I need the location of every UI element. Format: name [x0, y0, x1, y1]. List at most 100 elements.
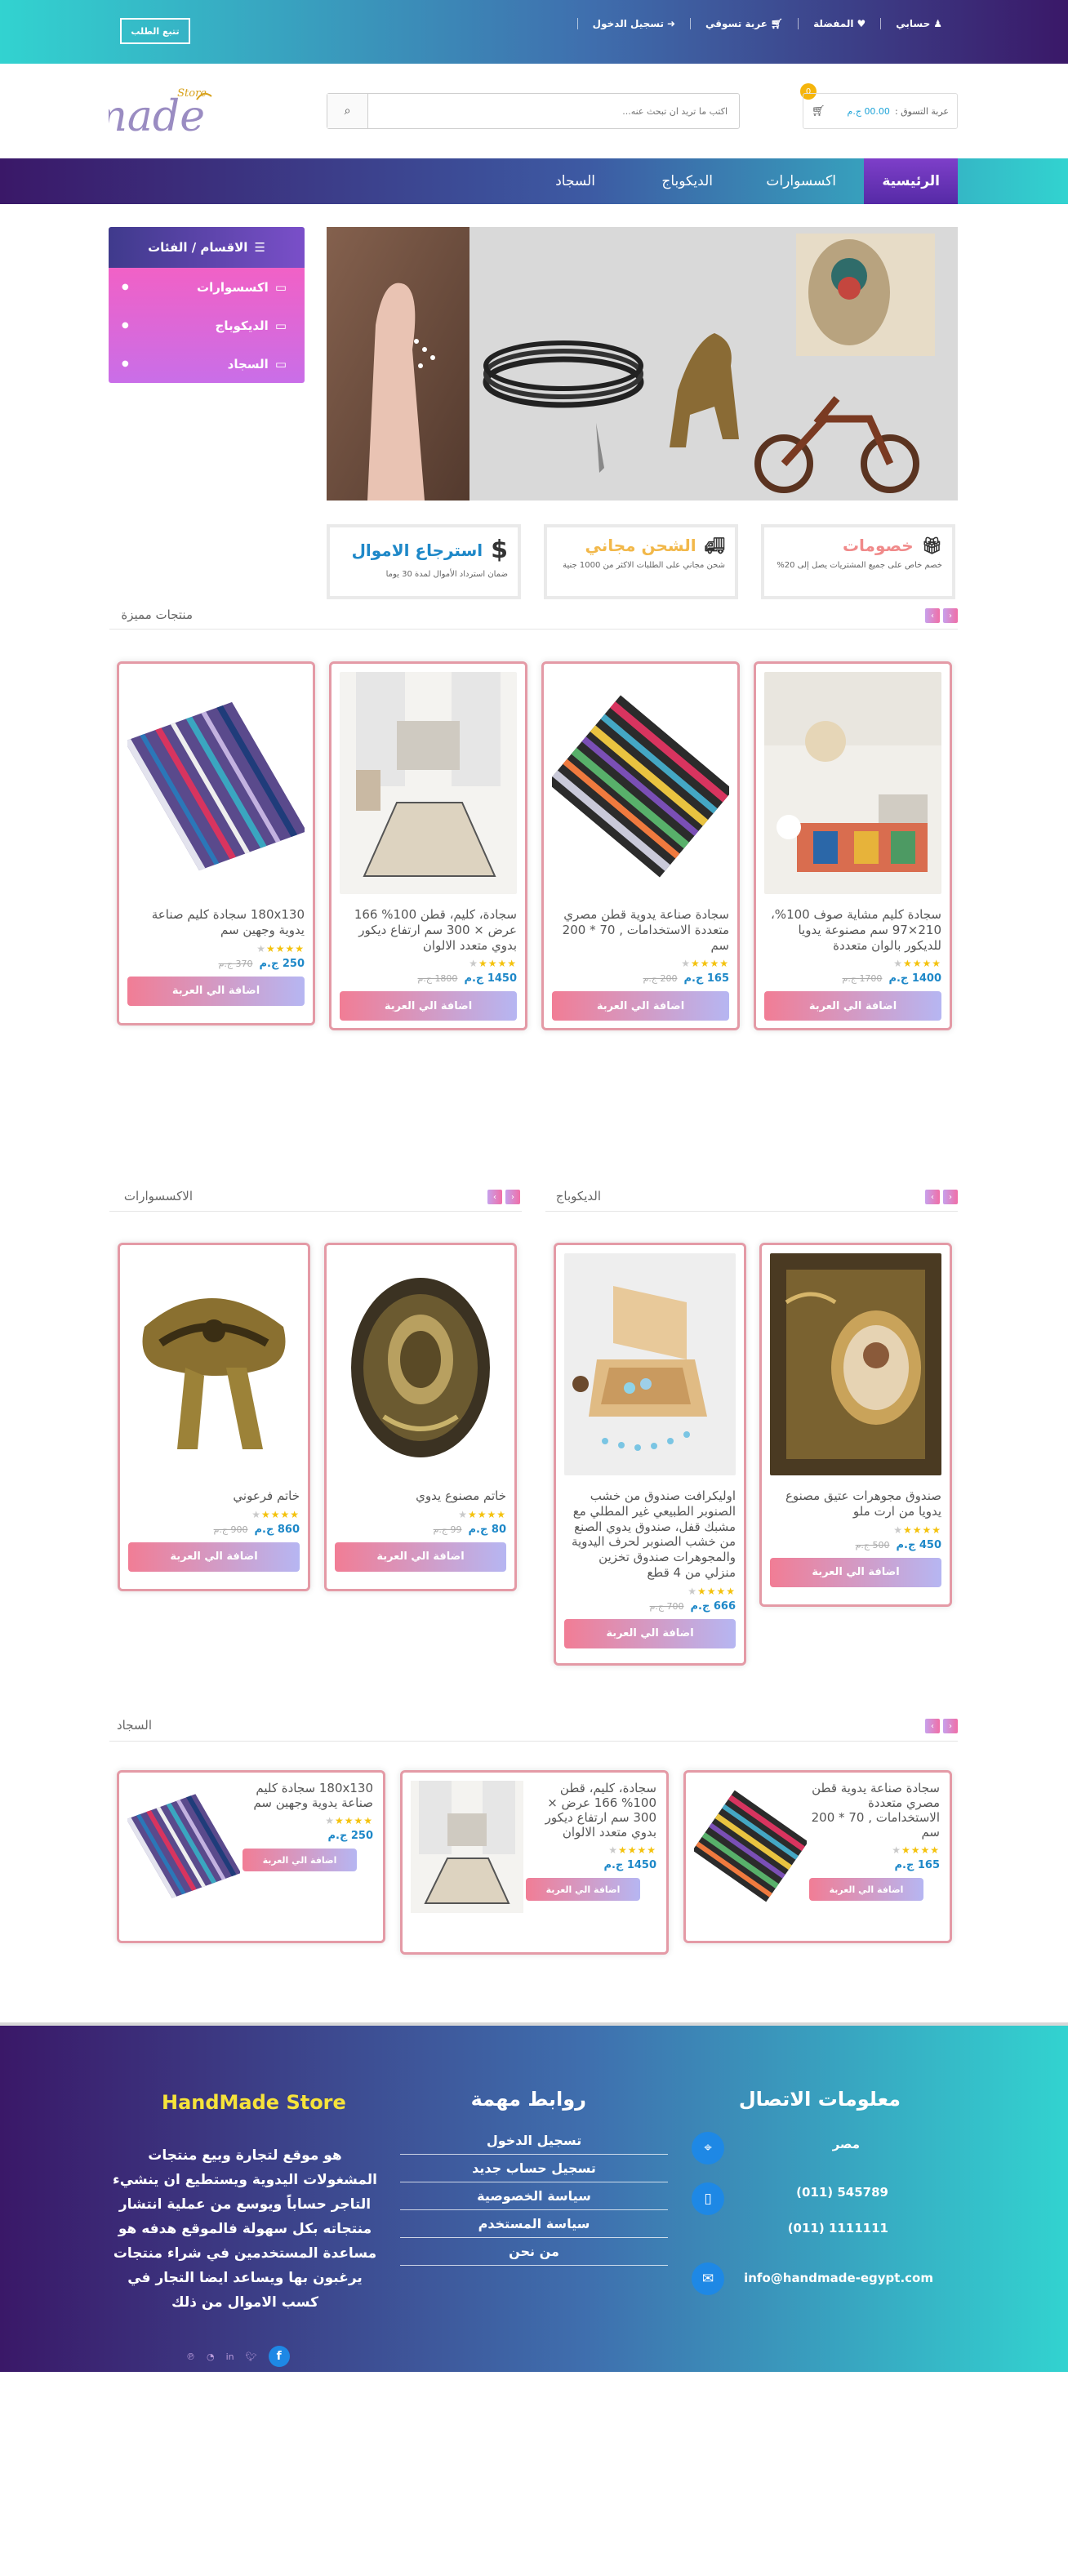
add-to-cart-button[interactable]: اضافة الي العربة [127, 976, 305, 1006]
price-row: 450 ج.م 500 ج.م [770, 1539, 941, 1551]
hero-banner[interactable] [327, 227, 958, 501]
footer-link-register[interactable]: تسجيل حساب جديد [400, 2155, 668, 2182]
search-input[interactable] [368, 94, 739, 128]
category-decoupage[interactable]: ▭ الديكوباج ● [109, 306, 305, 345]
product-card[interactable]: اوليكرافت صندوق من خشب الصنوبر الطبيعي غ… [554, 1243, 746, 1666]
product-card[interactable]: 180x130 سجادة كليم صناعة يدوية وجهين سم … [117, 1770, 385, 1943]
prev-arrow-icon[interactable]: ‹ [943, 1190, 958, 1204]
contact-phone-2[interactable]: 1111111 (011) [788, 2221, 888, 2236]
category-carpets[interactable]: ▭ السجاد ● [109, 345, 305, 383]
rss-icon[interactable]: ◔ [207, 2351, 215, 2362]
nav-decoupage[interactable]: الديكوباج [643, 158, 731, 204]
next-arrow-icon[interactable]: › [925, 608, 940, 623]
track-order-button[interactable]: تتبع الطلب [120, 18, 190, 44]
footer-link-user-policy[interactable]: سياسة المستخدم [400, 2210, 668, 2238]
add-to-cart-button[interactable]: اضافة الي العربة [764, 991, 941, 1021]
nav-carpets[interactable]: السجاد [537, 158, 613, 204]
footer-link-privacy[interactable]: سياسة الخصوصية [400, 2182, 668, 2210]
product-price: 1400 ج.م [888, 972, 941, 985]
footer-link-login[interactable]: تسجيل الدخول [400, 2127, 668, 2155]
product-name[interactable]: 180x130 سجادة كليم صناعة يدوية وجهين سم [243, 1781, 373, 1810]
product-image[interactable] [552, 672, 729, 894]
product-image[interactable] [127, 1781, 240, 1913]
contact-email[interactable]: info@handmade-egypt.com [744, 2271, 933, 2285]
bullet-icon: ● [122, 321, 129, 330]
pinterest-icon[interactable]: ℗ [186, 2351, 195, 2362]
cart-summary[interactable]: عربة التسوق : 00.00 ج.م 🛒︎ [803, 93, 958, 129]
product-image[interactable] [411, 1781, 523, 1913]
next-arrow-icon[interactable]: › [487, 1190, 502, 1204]
add-to-cart-button[interactable]: اضافة الي العربة [564, 1618, 736, 1648]
product-card[interactable]: خاتم مصنوع يدوي ★★★★★ 80 ج.م 99 ج.م اضافة… [324, 1243, 517, 1591]
contact-phone-1[interactable]: 545789 (011) [796, 2185, 888, 2200]
my-cart-link[interactable]: 🛒︎ عربة تسوقي [705, 18, 783, 29]
product-name[interactable]: خاتم فرعوني [128, 1488, 300, 1504]
product-name[interactable]: سجادة صناعة يدوية قطن مصري متعددة الاستخ… [552, 907, 729, 953]
price-row: 1400 ج.م 1700 ج.م [764, 972, 941, 985]
add-to-cart-button[interactable]: اضافة الي العربة [128, 1542, 300, 1572]
product-name[interactable]: سجادة كليم مشاية صوف 100%، 210×97 سم مصن… [764, 907, 941, 953]
next-arrow-icon[interactable]: › [925, 1190, 940, 1204]
category-accessories[interactable]: ▭ اكسسوارات ● [109, 268, 305, 306]
wishlist-link[interactable]: ♥ المفضلة [813, 18, 866, 29]
product-card[interactable]: خاتم فرعوني ★★★★★ 860 ج.م 900 ج.م اضافة ا… [118, 1243, 310, 1591]
site-logo[interactable]: Hand made Store [0, 82, 296, 147]
product-image[interactable] [127, 672, 305, 894]
my-account-label: حسابي [896, 18, 931, 29]
product-image[interactable] [340, 672, 517, 894]
product-name[interactable]: سجادة صناعة يدوية قطن مصري متعددة الاستخ… [809, 1781, 940, 1840]
product-name[interactable]: صندوق مجوهرات عتيق مصنوع يدويا من ارت مل… [770, 1488, 941, 1519]
categories-header: ☰ الاقسام / الفئات [109, 227, 305, 268]
login-link[interactable]: ➜ تسجيل الدخول [593, 18, 675, 29]
product-image[interactable] [770, 1253, 941, 1475]
prev-arrow-icon[interactable]: ‹ [943, 1719, 958, 1733]
add-to-cart-button[interactable]: اضافة الي العربة [526, 1878, 640, 1901]
add-to-cart-button[interactable]: اضافة الي العربة [340, 991, 517, 1021]
add-to-cart-button[interactable]: اضافة الي العربة [243, 1849, 357, 1871]
product-card[interactable]: سجادة كليم مشاية صوف 100%، 210×97 سم مصن… [754, 661, 952, 1030]
product-name[interactable]: 180x130 سجادة كليم صناعة يدوية وجهين سم [127, 907, 305, 938]
wooden-box-image [564, 1253, 736, 1475]
my-account-link[interactable]: ♟ حسابي [896, 18, 942, 29]
rating-stars: ★★★★★ [688, 1585, 736, 1597]
product-image[interactable] [128, 1253, 300, 1475]
search-button[interactable]: ⌕ [327, 94, 368, 128]
product-card[interactable]: سجادة صناعة يدوية قطن مصري متعددة الاستخ… [541, 661, 740, 1030]
price-row: 1450 ج.م 1800 ج.م [340, 972, 517, 985]
product-card[interactable]: سجادة، كليم، قطن 100% 166 عرض × 300 سم ا… [400, 1770, 669, 1955]
product-card[interactable]: 180x130 سجادة كليم صناعة يدوية وجهين سم … [117, 661, 315, 1026]
product-image[interactable] [694, 1781, 807, 1913]
nav-home[interactable]: الرئيسية [864, 158, 958, 204]
product-name[interactable]: خاتم مصنوع يدوي [335, 1488, 506, 1504]
section-divider [109, 1741, 958, 1742]
accessories-slider-arrows: ‹ › [487, 1190, 520, 1204]
add-to-cart-button[interactable]: اضافة الي العربة [335, 1542, 506, 1572]
product-price: 1450 ج.م [603, 1859, 656, 1871]
nav-accessories[interactable]: اكسسوارات [748, 158, 854, 204]
prev-arrow-icon[interactable]: ‹ [505, 1190, 520, 1204]
facebook-icon[interactable]: f [268, 2346, 290, 2367]
add-to-cart-button[interactable]: اضافة الي العربة [809, 1878, 923, 1901]
product-price: 860 ج.م [254, 1523, 300, 1536]
cart-label: عربة التسوق : [894, 105, 949, 117]
add-to-cart-button[interactable]: اضافة الي العربة [770, 1557, 941, 1587]
product-name[interactable]: سجادة، كليم، قطن 100% 166 عرض × 300 سم ا… [526, 1781, 656, 1840]
carpets-section-title: السجاد [116, 1718, 152, 1733]
prev-arrow-icon[interactable]: ‹ [943, 608, 958, 623]
product-card[interactable]: سجادة صناعة يدوية قطن مصري متعددة الاستخ… [683, 1770, 952, 1943]
footer-link-about[interactable]: من نحن [400, 2238, 668, 2266]
product-image[interactable] [335, 1253, 506, 1475]
price-row: 1450 ج.م [526, 1859, 656, 1871]
product-image[interactable] [564, 1253, 736, 1475]
living-room-rug-image [340, 672, 517, 894]
site-footer: معلومات الاتصال ⌖ مصر ▯ 545789 (011) 111… [0, 2022, 1068, 2372]
product-name[interactable]: اوليكرافت صندوق من خشب الصنوبر الطبيعي غ… [564, 1488, 736, 1581]
add-to-cart-button[interactable]: اضافة الي العربة [552, 991, 729, 1021]
product-image[interactable] [764, 672, 941, 894]
twitter-icon[interactable]: 🐦︎ [246, 2351, 257, 2362]
product-name[interactable]: سجادة، كليم، قطن 100% 166 عرض × 300 سم ا… [340, 907, 517, 953]
next-arrow-icon[interactable]: › [925, 1719, 940, 1733]
product-card[interactable]: صندوق مجوهرات عتيق مصنوع يدويا من ارت مل… [759, 1243, 952, 1607]
product-card[interactable]: سجادة، كليم، قطن 100% 166 عرض × 300 سم ا… [329, 661, 527, 1030]
linkedin-icon[interactable]: in [226, 2351, 234, 2362]
